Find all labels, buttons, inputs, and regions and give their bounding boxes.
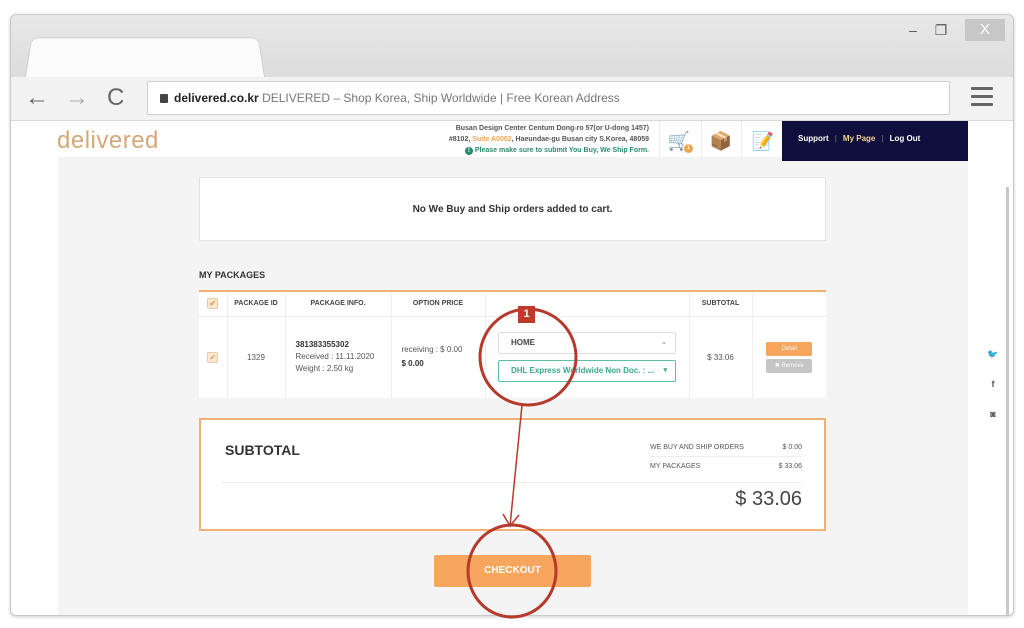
receiving-price: receiving : $ 0.00: [401, 345, 463, 355]
top-nav: Support | My Page | Log Out: [782, 121, 968, 161]
tab-strip: – ❐ X: [11, 15, 1013, 77]
grand-total: $ 33.06: [735, 488, 802, 510]
checkout-button[interactable]: CHECKOUT: [434, 555, 591, 587]
close-icon[interactable]: X: [965, 19, 1005, 41]
remove-button[interactable]: ✖ Remove: [766, 358, 813, 373]
form-edit-icon[interactable]: 📝: [749, 127, 777, 155]
address-bar[interactable]: delivered.co.kr DELIVERED – Shop Korea, …: [147, 81, 950, 115]
empty-message: No We Buy and Ship orders added to cart.: [412, 204, 613, 215]
browser-menu-icon[interactable]: [971, 87, 993, 111]
forward-icon[interactable]: →: [65, 85, 89, 111]
col-package-id: PACKAGE ID: [227, 292, 286, 317]
form-notice[interactable]: ! Please make sure to submit You Buy, We …: [409, 145, 649, 156]
browser-window: – ❐ X ← → C delivered.co.kr DELIVERED – …: [10, 14, 1014, 616]
summary-line: WE BUY AND SHIP ORDERS $ 0.00: [650, 438, 802, 457]
divider: [223, 482, 802, 483]
instagram-icon[interactable]: ◙: [987, 409, 999, 419]
my-page-link[interactable]: My Page: [843, 134, 875, 143]
browser-tab[interactable]: [25, 37, 265, 77]
divider: [659, 121, 660, 161]
table-header-row: ✔ PACKAGE ID PACKAGE INFO. OPTION PRICE …: [199, 292, 826, 317]
received-date: Received : 11.11.2020: [295, 352, 375, 362]
page-viewport: delivered Busan Design Center Centum Don…: [11, 121, 1013, 615]
shipping-request-icon[interactable]: 📦: [707, 127, 735, 155]
row-checkbox[interactable]: ✔: [207, 351, 219, 363]
korean-address: Busan Design Center Centum Dong-ro 57(or…: [409, 123, 649, 156]
twitter-icon[interactable]: 🐦: [987, 349, 999, 360]
subtotal-title: SUBTOTAL: [225, 442, 300, 458]
package-info: 381383355302 Received : 11.11.2020 Weigh…: [285, 316, 392, 398]
browser-toolbar: ← → C delivered.co.kr DELIVERED – Shop K…: [11, 77, 1013, 121]
package-id: 1329: [227, 316, 286, 398]
col-package-info: PACKAGE INFO.: [285, 292, 392, 317]
scrollbar[interactable]: [1006, 187, 1009, 615]
cart-icon[interactable]: 🛒 1: [665, 127, 693, 155]
col-actions: [752, 292, 826, 317]
divider: [741, 121, 742, 161]
caret-down-icon: ▾: [663, 367, 667, 375]
address-line-1: Busan Design Center Centum Dong-ro 57(or…: [455, 125, 649, 132]
url-domain: delivered.co.kr: [174, 91, 259, 105]
my-packages-title: MY PACKAGES: [199, 270, 266, 280]
we-buy-ship-empty-box: No We Buy and Ship orders added to cart.: [199, 177, 826, 241]
reload-icon[interactable]: C: [107, 85, 124, 111]
divider: [701, 121, 702, 161]
row-subtotal: $ 33.06: [689, 316, 753, 398]
support-link[interactable]: Support: [798, 134, 829, 143]
package-weight: Weight : 2.50 kg: [295, 364, 354, 374]
suite-number: Suite A0002: [472, 136, 512, 143]
shipping-method-select[interactable]: DHL Express Worldwide Non Doc. : ... ▾: [498, 360, 676, 383]
restore-icon[interactable]: ❐: [931, 19, 951, 41]
row-actions: Detail ✖ Remove: [752, 316, 826, 398]
address-select[interactable]: HOME ⌄: [498, 332, 676, 355]
back-icon[interactable]: ←: [25, 85, 49, 111]
step-number-badge: 1: [518, 306, 535, 323]
cart-count-badge: 1: [684, 144, 693, 153]
facebook-icon[interactable]: f: [987, 379, 999, 389]
option-price: receiving : $ 0.00 $ 0.00: [391, 316, 486, 398]
chevron-down-icon: ⌄: [661, 339, 667, 347]
subtotal-breakdown: WE BUY AND SHIP ORDERS $ 0.00 MY PACKAGES…: [650, 438, 802, 476]
tracking-number: 381383355302: [295, 340, 349, 350]
info-icon: !: [464, 147, 473, 155]
table-row: ✔ 1329 381383355302 Received : 11.11.202…: [199, 316, 826, 398]
site-logo[interactable]: delivered: [57, 127, 159, 155]
packages-table: ✔ PACKAGE ID PACKAGE INFO. OPTION PRICE …: [199, 290, 826, 398]
col-option-price: OPTION PRICE: [391, 292, 486, 317]
summary-line: MY PACKAGES $ 33.06: [650, 463, 802, 470]
detail-button[interactable]: Detail: [766, 341, 813, 356]
page-title: DELIVERED – Shop Korea, Ship Worldwide |…: [262, 91, 620, 105]
logout-link[interactable]: Log Out: [890, 134, 921, 143]
subtotal-panel: SUBTOTAL WE BUY AND SHIP ORDERS $ 0.00 MY…: [199, 418, 826, 531]
minimize-icon[interactable]: –: [903, 19, 923, 41]
shipping-options: HOME ⌄ DHL Express Worldwide Non Doc. : .…: [485, 316, 690, 398]
col-subtotal: SUBTOTAL: [689, 292, 753, 317]
lock-icon: [160, 94, 168, 103]
address-line-2: #8102, Suite A0002, Haeundae-gu Busan ci…: [448, 136, 649, 143]
select-all-checkbox[interactable]: ✔: [207, 298, 219, 310]
option-total: $ 0.00: [401, 359, 424, 369]
col-shipping: [485, 292, 690, 317]
